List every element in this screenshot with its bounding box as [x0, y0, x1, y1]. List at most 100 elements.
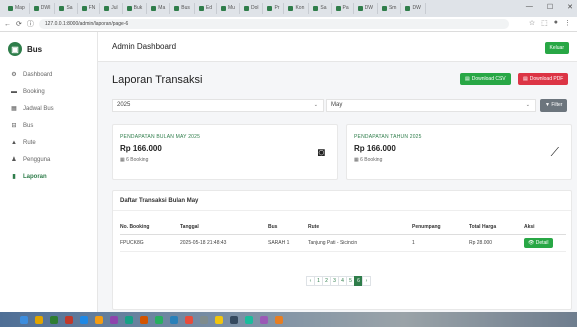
browser-tab-label: DWI — [40, 5, 51, 11]
taskbar-app-icon[interactable] — [80, 315, 88, 324]
sidebar-item-booking[interactable]: ▬ Booking — [0, 83, 97, 100]
browser-tab[interactable]: Map — [4, 3, 30, 14]
browser-tab[interactable]: DW — [401, 3, 426, 14]
filter-icon: ▼ — [545, 102, 550, 108]
pagination-next[interactable]: › — [362, 276, 371, 286]
stat-sub-text: 6 Booking — [126, 157, 149, 163]
monthly-revenue-card: PENDAPATAN BULAN MAY 2025 Rp 166.000 ▦ 6… — [112, 124, 338, 180]
favicon-icon — [381, 6, 387, 11]
sidebar-item-rute[interactable]: ▲ Rute — [0, 134, 97, 151]
extensions-icon[interactable]: ⬚ — [541, 19, 548, 27]
back-icon[interactable]: ← — [4, 21, 11, 28]
taskbar-app-icon[interactable] — [185, 315, 193, 324]
browser-tab[interactable]: DW — [354, 3, 378, 14]
users-icon: ♟ — [11, 157, 17, 163]
year-select[interactable]: 2025 ⌄ — [112, 99, 324, 112]
taskbar-app-icon[interactable] — [50, 315, 58, 324]
info-icon[interactable]: ⓘ — [27, 19, 34, 29]
browser-tab[interactable]: DWI — [30, 3, 56, 14]
taskbar-app-icon[interactable] — [275, 315, 283, 324]
year-value: 2025 — [117, 102, 131, 108]
taskbar-app-icon[interactable] — [200, 315, 208, 324]
chevron-down-icon: ⌄ — [525, 102, 530, 108]
browser-tab[interactable]: Mu — [217, 3, 240, 14]
browser-tab[interactable]: Bus — [170, 3, 195, 14]
close-icon[interactable]: ✕ — [567, 3, 573, 11]
maximize-icon[interactable]: ☐ — [547, 3, 553, 11]
sidebar-item-label: Pengguna — [23, 156, 51, 163]
taskbar-app-icon[interactable] — [65, 315, 73, 324]
browser-tab-label: Jul — [111, 5, 118, 11]
browser-tab[interactable]: Dol — [240, 3, 264, 14]
download-csv-button[interactable]: ▤ Download CSV — [460, 73, 511, 85]
sidebar-item-jadwal-bus[interactable]: ▦ Jadwal Bus — [0, 100, 97, 117]
yearly-revenue-card: PENDAPATAN TAHUN 2025 Rp 166.000 ▦ 6 Boo… — [346, 124, 572, 180]
taskbar-app-icon[interactable] — [170, 315, 178, 324]
column-header: No. Booking — [120, 221, 180, 235]
menu-icon[interactable]: ⋮ — [564, 19, 571, 27]
os-taskbar — [0, 312, 577, 327]
taskbar-app-icon[interactable] — [215, 315, 223, 324]
taskbar-app-icon[interactable] — [95, 315, 103, 324]
reload-icon[interactable]: ⟳ — [16, 20, 22, 28]
stat-value: Rp 166.000 — [120, 144, 162, 153]
star-icon[interactable]: ☆ — [529, 19, 535, 27]
browser-tab[interactable]: Jul — [100, 3, 123, 14]
table-cell: 2025-05-18 21:48:43 — [180, 234, 268, 252]
sidebar-item-dashboard[interactable]: ⚙ Dashboard — [0, 66, 97, 83]
browser-tab-bar: Map DWI Sa FN Jul Buk Ma Bus Ed Mu Dol Pr Kon Sa Pa DW S… — [0, 0, 577, 17]
browser-tab[interactable]: Sa — [309, 3, 332, 14]
logout-button[interactable]: Keluar — [544, 42, 569, 54]
browser-tab[interactable]: Buk — [123, 3, 148, 14]
address-bar[interactable]: 127.0.0.1:8000/admin/laporan/page-6 — [38, 19, 509, 29]
browser-tab[interactable]: Pr — [263, 3, 285, 14]
calendar-icon: ▦ — [354, 157, 359, 163]
filter-button[interactable]: ▼ Filter — [540, 99, 568, 112]
column-header: Total Harga — [469, 221, 524, 235]
brand[interactable]: ▣ Bus — [0, 32, 97, 66]
browser-tab-label: FN — [88, 5, 96, 11]
column-header: Aksi — [524, 221, 566, 235]
pagination: ‹ 1 2 3 4 5 6 › — [306, 276, 371, 286]
month-select[interactable]: May ⌄ — [326, 99, 536, 112]
taskbar-app-icon[interactable] — [155, 315, 163, 324]
page-title: Laporan Transaksi — [112, 74, 203, 86]
browser-tab-label: Mu — [228, 5, 235, 11]
brand-name: Bus — [27, 44, 43, 54]
browser-tab[interactable]: FN — [78, 3, 101, 14]
browser-tab[interactable]: Ma — [147, 3, 171, 14]
money-icon: ◙ — [317, 145, 325, 159]
dashboard-title: Admin Dashboard — [112, 42, 177, 51]
taskbar-app-icon[interactable] — [140, 315, 148, 324]
favicon-icon — [126, 6, 132, 11]
column-header: Tanggal — [180, 221, 268, 235]
taskbar-app-icon[interactable] — [110, 315, 118, 324]
profile-icon[interactable]: ● — [554, 19, 558, 27]
taskbar-app-icon[interactable] — [245, 315, 253, 324]
taskbar-app-icon[interactable] — [35, 315, 43, 324]
sidebar-item-laporan[interactable]: ▮ Laporan — [0, 168, 97, 185]
table-cell: 👁 Detail — [524, 234, 566, 252]
browser-tab[interactable]: Ed — [195, 3, 217, 14]
sidebar: ▣ Bus ⚙ Dashboard ▬ Booking ▦ Jadwal Bus ⊟ Bus ▲… — [0, 32, 98, 312]
sidebar-item-pengguna[interactable]: ♟ Pengguna — [0, 151, 97, 168]
taskbar-app-icon[interactable] — [230, 315, 238, 324]
browser-tab[interactable]: Sa — [55, 3, 78, 14]
browser-tab[interactable]: Kon — [284, 3, 310, 14]
browser-tab[interactable]: Pa — [332, 3, 354, 14]
road-icon: ▲ — [11, 139, 17, 146]
sidebar-item-bus[interactable]: ⊟ Bus — [0, 117, 97, 134]
sidebar-item-label: Jadwal Bus — [23, 105, 54, 112]
sidebar-item-label: Laporan — [23, 173, 47, 180]
favicon-icon — [267, 6, 273, 11]
browser-tab[interactable]: Sm — [378, 3, 402, 14]
taskbar-app-icon[interactable] — [20, 315, 28, 324]
minimize-icon[interactable]: — — [526, 3, 533, 11]
browser-tab-label: Map — [15, 5, 25, 11]
browser-tab-label: Ed — [205, 5, 212, 11]
chevron-down-icon: ⌄ — [313, 102, 318, 108]
taskbar-app-icon[interactable] — [125, 315, 133, 324]
download-pdf-button[interactable]: ▤ Download PDF — [518, 73, 569, 85]
detail-button[interactable]: 👁 Detail — [524, 237, 553, 248]
taskbar-app-icon[interactable] — [260, 315, 268, 324]
